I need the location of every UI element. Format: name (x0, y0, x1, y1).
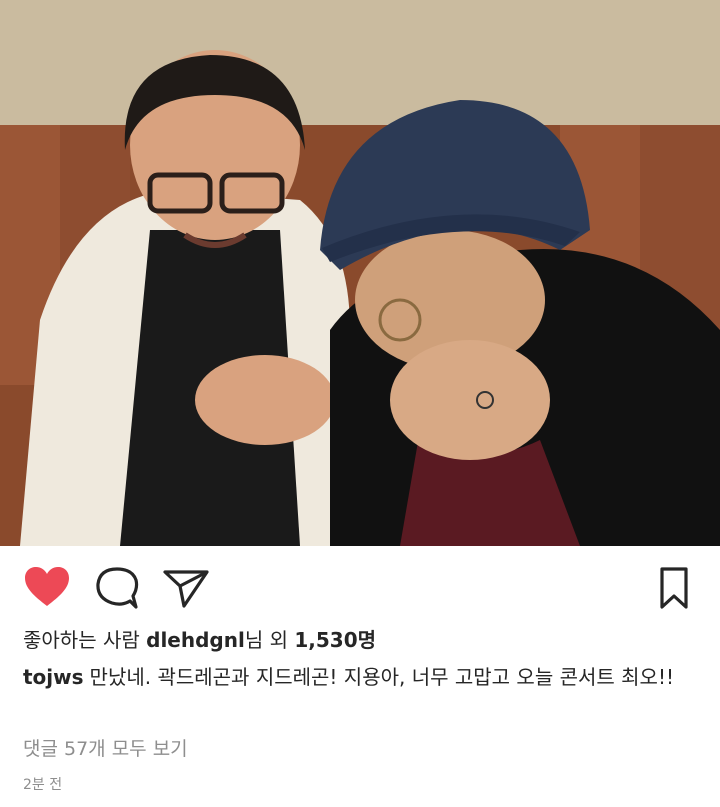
liker-username[interactable]: dlehdgnl (146, 628, 245, 652)
post-actions-bar (0, 546, 720, 626)
share-button[interactable] (162, 568, 210, 610)
likes-prefix: 좋아하는 사람 (23, 628, 147, 652)
like-button[interactable] (24, 566, 70, 608)
view-all-comments-link[interactable]: 댓글 57개 모두 보기 (23, 734, 188, 764)
post-caption: tojws 만났네. 곽드레곤과 지드레곤! 지용아, 너무 고맙고 오늘 콘서트… (23, 660, 703, 694)
caption-username[interactable]: tojws (23, 665, 84, 689)
photo-illustration (0, 0, 720, 546)
save-button[interactable] (654, 566, 694, 612)
likes-middle: 님 외 (244, 628, 295, 652)
comment-button[interactable] (94, 566, 140, 610)
bookmark-icon (660, 567, 688, 609)
caption-text: 만났네. 곽드레곤과 지드레곤! 지용아, 너무 고맙고 오늘 콘서트 최오!! (89, 665, 674, 689)
paper-plane-icon (163, 570, 209, 608)
likes-suffix: 명 (357, 628, 377, 652)
post-photo[interactable] (0, 0, 720, 546)
post-timestamp: 2분 전 (23, 777, 63, 793)
likes-summary[interactable]: 좋아하는 사람 dlehdgnl님 외 1,530명 (23, 624, 376, 656)
likes-count[interactable]: 1,530 (294, 628, 357, 652)
heart-filled-icon (25, 567, 69, 606)
comment-bubble-icon (96, 567, 139, 609)
